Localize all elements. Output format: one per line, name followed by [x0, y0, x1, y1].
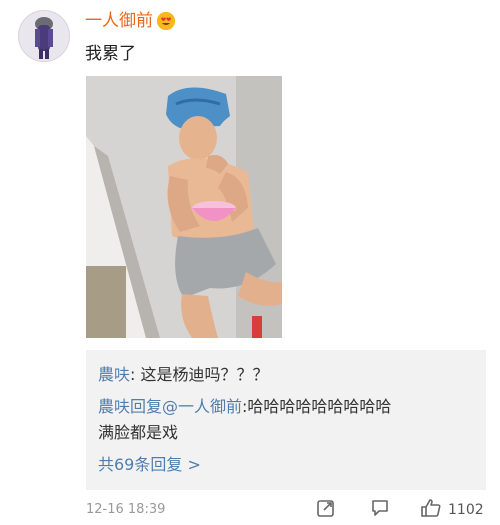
like-button[interactable]: 1102 — [420, 498, 484, 522]
thumbs-up-icon — [420, 498, 442, 522]
like-count: 1102 — [448, 502, 484, 518]
comment-1: 農呋: 这是杨迪吗？？？ — [98, 364, 269, 386]
username[interactable]: 一人御前 — [85, 10, 153, 32]
comment-icon — [370, 498, 390, 522]
comment-2-text-line2: 满脸都是戏 — [98, 423, 179, 442]
post-text: 我累了 — [85, 44, 136, 64]
post-header: 一人御前 — [85, 10, 175, 32]
post-timestamp: 12-16 18:39 — [86, 502, 166, 517]
comment-2-user[interactable]: 農呋回复@一人御前 — [98, 397, 242, 416]
comment-button[interactable] — [370, 498, 390, 522]
avatar-image — [19, 11, 69, 61]
comment-2-continued: 满脸都是戏 — [98, 422, 178, 444]
view-replies-link[interactable]: 共69条回复 > — [98, 454, 201, 476]
repost-icon — [316, 498, 336, 522]
comment-1-text: : 这是杨迪吗？？？ — [130, 365, 269, 384]
emoji-heart-eyes-icon — [157, 12, 175, 30]
comments-panel: 農呋: 这是杨迪吗？？？ 農呋回复@一人御前:哈哈哈哈哈哈哈哈哈 满脸都是戏 共… — [86, 350, 486, 490]
repost-button[interactable] — [316, 498, 336, 522]
avatar[interactable] — [18, 10, 70, 62]
comment-1-user[interactable]: 農呋 — [98, 365, 130, 384]
comment-2-text: :哈哈哈哈哈哈哈哈哈 — [242, 397, 392, 416]
post-photo[interactable] — [86, 76, 282, 338]
comment-2: 農呋回复@一人御前:哈哈哈哈哈哈哈哈哈 — [98, 396, 391, 418]
